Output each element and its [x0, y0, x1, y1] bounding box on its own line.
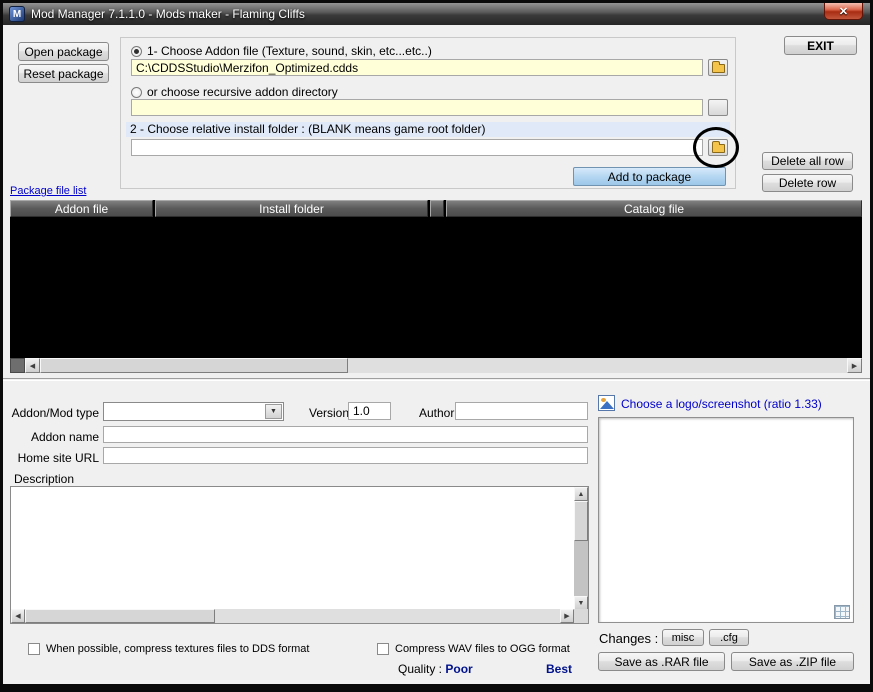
table-horizontal-scrollbar[interactable]: ◀ ▶ — [10, 358, 862, 373]
version-label: Version — [309, 406, 349, 420]
compress-dds-checkbox[interactable] — [28, 643, 40, 655]
window-title: Mod Manager 7.1.1.0 - Mods maker - Flami… — [31, 7, 305, 21]
description-hscroll-track[interactable] — [215, 609, 560, 623]
quality-label: Quality : — [398, 662, 442, 676]
quality-value: Poor — [445, 662, 472, 676]
addon-file-radio-label: 1- Choose Addon file (Texture, sound, sk… — [147, 44, 432, 58]
client-area: Open package Reset package EXIT 1- Choos… — [3, 25, 870, 684]
save-zip-button[interactable]: Save as .ZIP file — [731, 652, 854, 671]
browse-directory-button[interactable] — [708, 99, 728, 116]
scrollbar-corner — [574, 609, 588, 623]
delete-all-row-button[interactable]: Delete all row — [762, 152, 853, 170]
save-rar-button[interactable]: Save as .RAR file — [598, 652, 725, 671]
home-site-url-label: Home site URL — [11, 451, 99, 465]
section-divider — [3, 378, 870, 381]
scroll-up-icon[interactable]: ▲ — [574, 487, 588, 501]
package-table-body[interactable] — [10, 217, 862, 358]
author-label: Author — [419, 406, 454, 420]
exit-button[interactable]: EXIT — [784, 36, 857, 55]
compress-ogg-checkbox[interactable] — [377, 643, 389, 655]
scroll-right-icon[interactable]: ▶ — [847, 358, 862, 373]
addon-type-dropdown[interactable]: ▼ — [103, 402, 284, 421]
browse-install-folder-button[interactable] — [708, 139, 728, 156]
author-input[interactable] — [455, 402, 588, 420]
description-vertical-scrollbar[interactable]: ▲ ▼ — [574, 487, 588, 610]
home-site-url-input[interactable] — [103, 447, 588, 464]
compress-dds-label: When possible, compress textures files t… — [46, 643, 309, 655]
quality-row: Quality : Poor — [398, 662, 473, 676]
column-header-addon-file: Addon file — [10, 200, 153, 217]
cfg-button[interactable]: .cfg — [709, 629, 749, 646]
recursive-dir-radio-label: or choose recursive addon directory — [147, 85, 338, 99]
description-horizontal-scrollbar[interactable]: ◀ ▶ — [11, 609, 574, 623]
close-icon: ✕ — [839, 5, 848, 18]
changes-label: Changes : — [599, 631, 658, 646]
app-icon: M — [9, 6, 25, 22]
close-button[interactable]: ✕ — [824, 3, 863, 20]
image-icon — [598, 395, 615, 411]
column-header-catalog-file: Catalog file — [446, 200, 862, 217]
column-header-spacer — [430, 200, 444, 217]
delete-row-button[interactable]: Delete row — [762, 174, 853, 192]
scroll-left-icon[interactable]: ◀ — [25, 358, 40, 373]
chevron-down-icon[interactable]: ▼ — [265, 404, 282, 419]
title-bar[interactable]: M Mod Manager 7.1.1.0 - Mods maker - Fla… — [3, 3, 870, 25]
package-table-header: Addon file Install folder Catalog file — [10, 200, 862, 217]
scrollbar-origin-box[interactable] — [10, 358, 25, 373]
addon-groupbox: 1- Choose Addon file (Texture, sound, sk… — [120, 37, 736, 189]
install-folder-label: 2 - Choose relative install folder : (BL… — [126, 122, 730, 137]
table-scrollbar-track[interactable] — [348, 358, 847, 373]
addon-file-radio-row: 1- Choose Addon file (Texture, sound, sk… — [131, 44, 432, 58]
addon-file-radio[interactable] — [131, 46, 142, 57]
scroll-down-icon[interactable]: ▼ — [574, 596, 588, 610]
app-icon-letter: M — [13, 9, 21, 20]
misc-button[interactable]: misc — [662, 629, 704, 646]
quality-best-label: Best — [546, 662, 572, 676]
table-scrollbar-thumb[interactable] — [40, 358, 348, 373]
scroll-right-icon[interactable]: ▶ — [560, 609, 574, 623]
addon-file-input[interactable] — [131, 59, 703, 76]
logo-preview-box[interactable] — [598, 417, 854, 623]
reset-package-button[interactable]: Reset package — [18, 64, 109, 83]
column-header-install-folder: Install folder — [155, 200, 428, 217]
folder-open-icon — [712, 64, 725, 73]
add-to-package-button[interactable]: Add to package — [573, 167, 726, 186]
description-label: Description — [14, 472, 74, 486]
description-vscroll-thumb[interactable] — [574, 501, 588, 541]
folder-open-icon — [712, 144, 725, 153]
app-window: M Mod Manager 7.1.1.0 - Mods maker - Fla… — [0, 0, 873, 692]
description-hscroll-thumb[interactable] — [25, 609, 215, 623]
description-textarea[interactable] — [11, 487, 574, 609]
open-package-button[interactable]: Open package — [18, 42, 109, 61]
scroll-left-icon[interactable]: ◀ — [11, 609, 25, 623]
version-input[interactable] — [348, 402, 391, 420]
compress-ogg-label: Compress WAV files to OGG format — [395, 643, 570, 655]
recursive-dir-input[interactable] — [131, 99, 703, 116]
choose-logo-link[interactable]: Choose a logo/screenshot (ratio 1.33) — [621, 397, 822, 411]
description-field-wrap: ▲ ▼ ◀ ▶ — [10, 486, 589, 624]
recursive-dir-radio-row: or choose recursive addon directory — [131, 85, 338, 99]
install-folder-input[interactable] — [131, 139, 703, 156]
addon-name-input[interactable] — [103, 426, 588, 443]
recursive-dir-radio[interactable] — [131, 87, 142, 98]
grid-icon[interactable] — [834, 605, 850, 619]
package-file-list-link[interactable]: Package file list — [10, 185, 86, 197]
addon-type-label: Addon/Mod type — [11, 406, 99, 420]
browse-addon-file-button[interactable] — [708, 59, 728, 76]
addon-name-label: Addon name — [11, 430, 99, 444]
